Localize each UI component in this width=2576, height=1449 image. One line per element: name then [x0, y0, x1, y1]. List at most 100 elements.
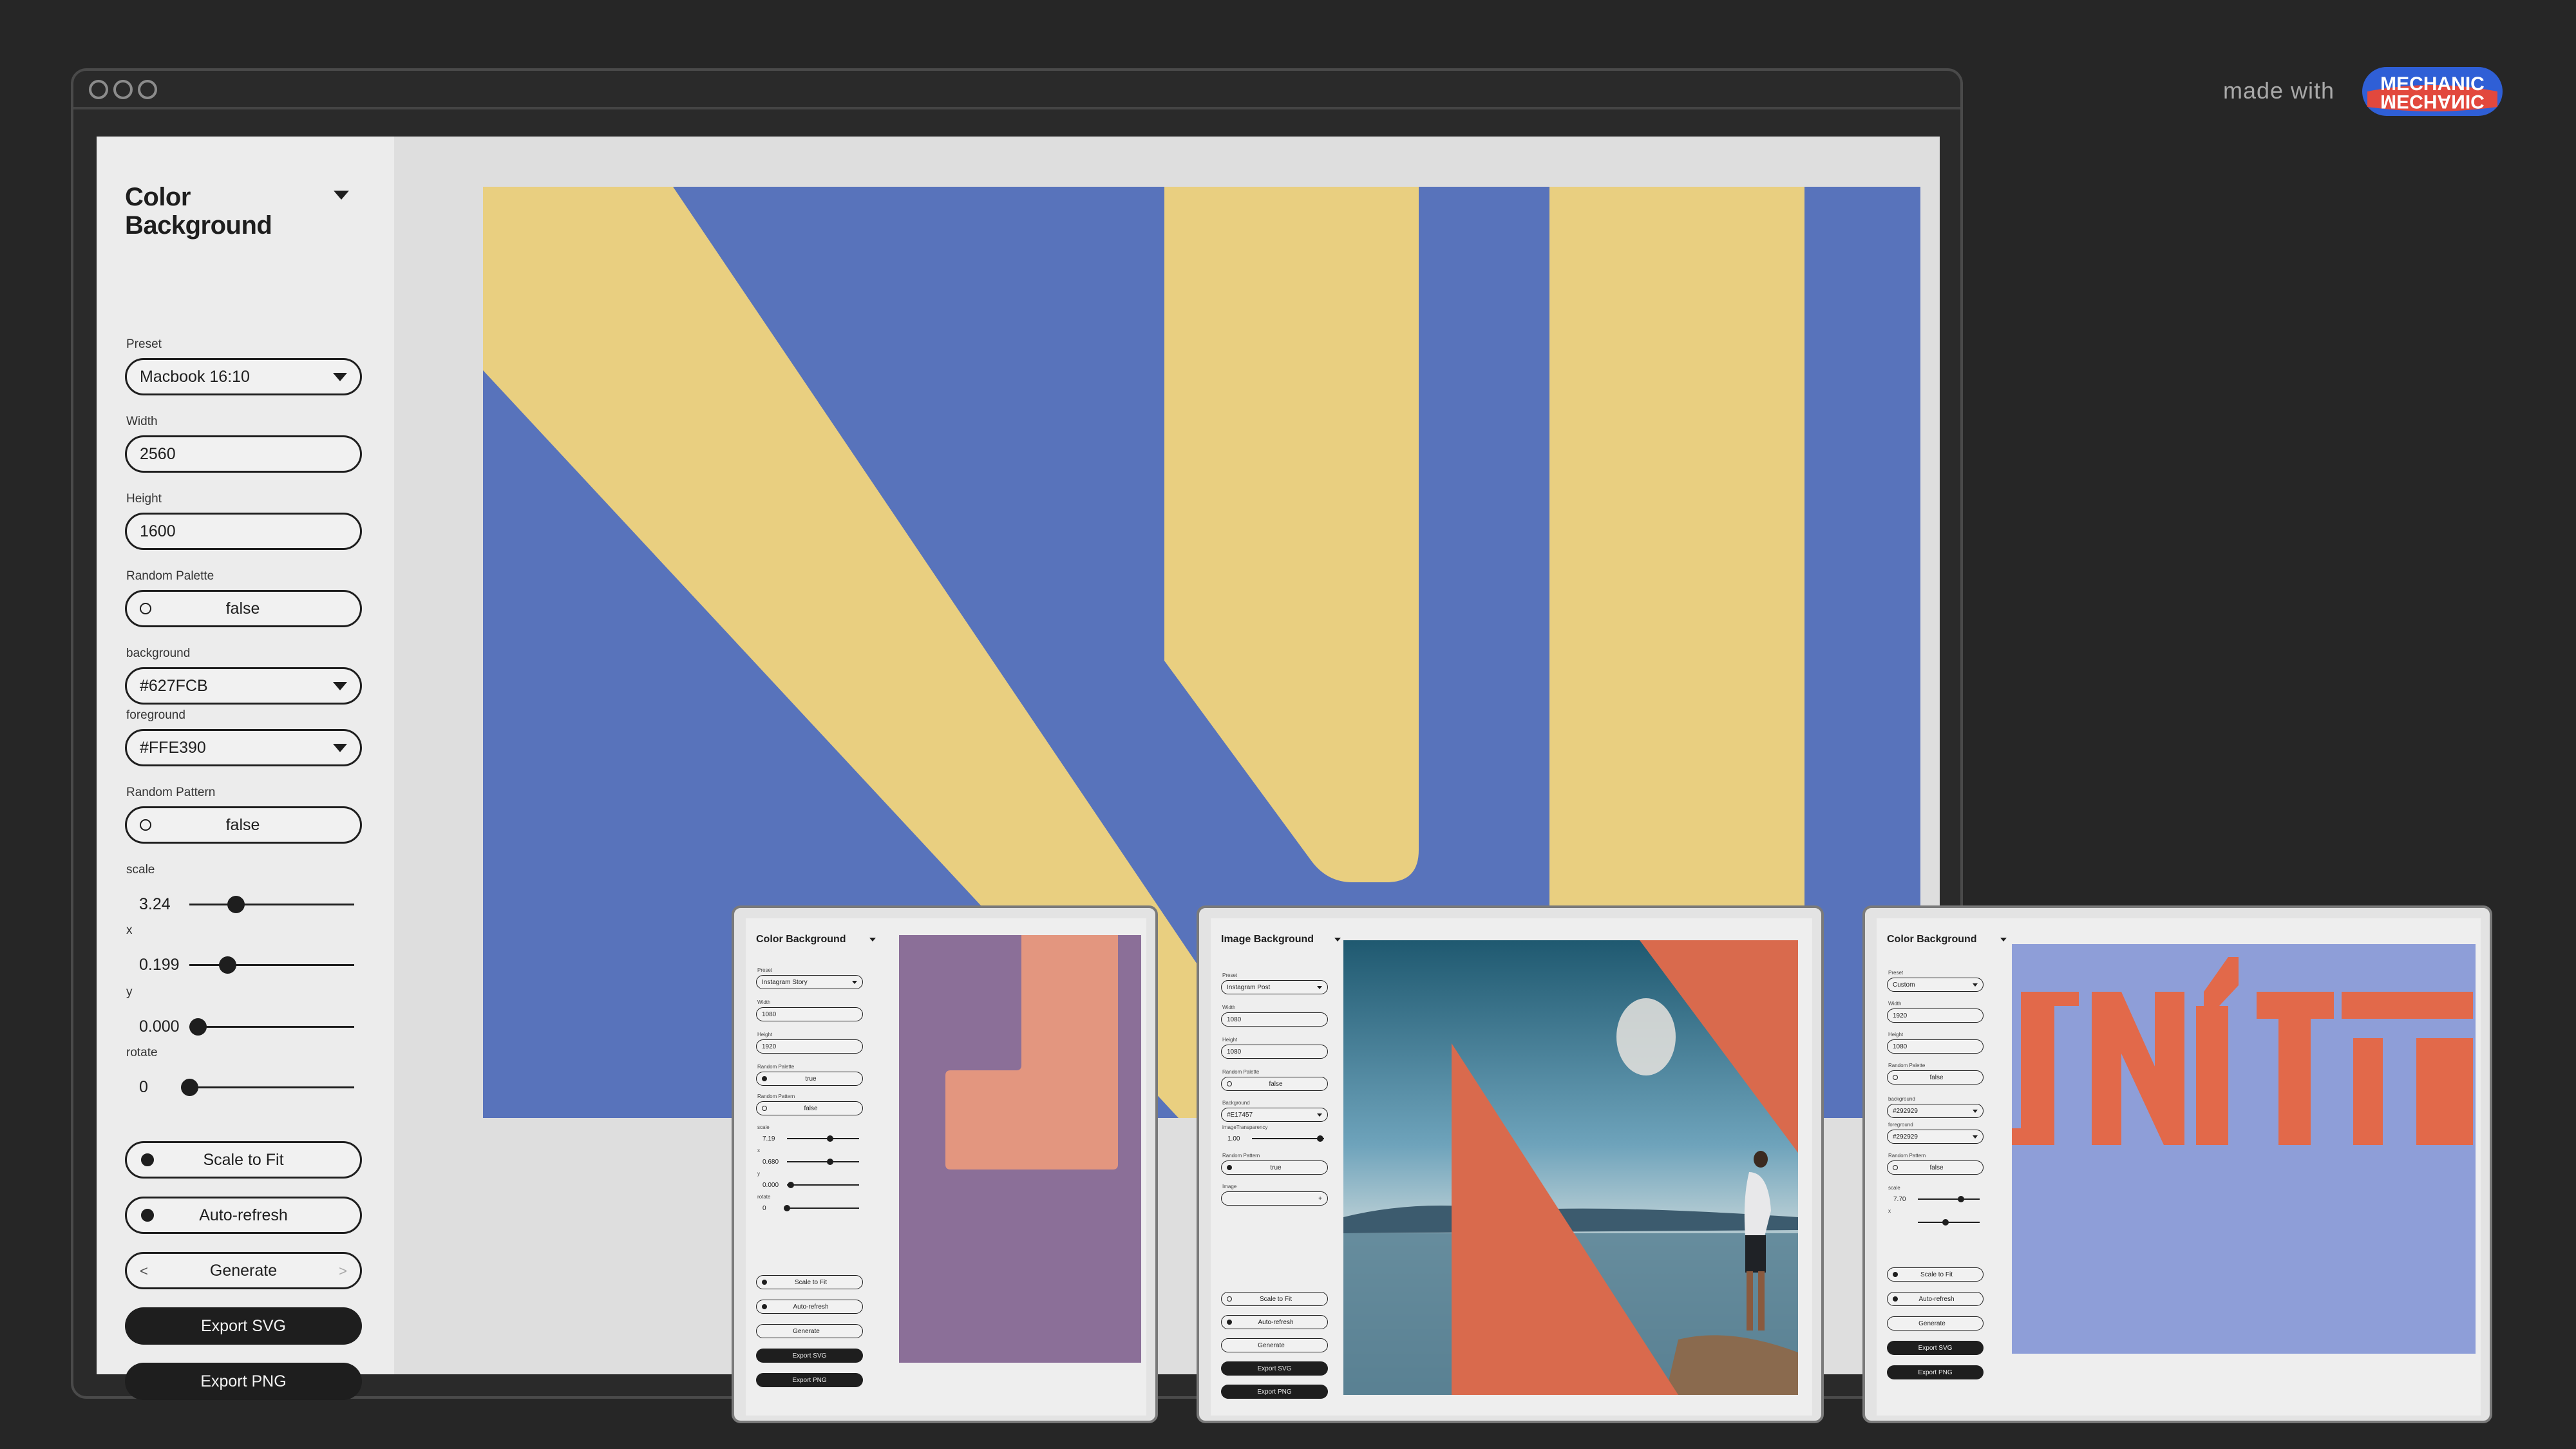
mini1-x-thumb[interactable]	[827, 1158, 834, 1165]
mini2-export-png-button[interactable]: Export PNG	[1221, 1385, 1328, 1399]
height-label: Height	[126, 492, 162, 506]
background-label: background	[126, 647, 191, 660]
preset-select[interactable]: Macbook 16:10	[125, 358, 362, 395]
arrow-left-icon[interactable]: <	[140, 1263, 148, 1280]
mini1-random-palette-toggle[interactable]: true	[756, 1072, 863, 1086]
mini1-rotate-slider[interactable]: 0	[756, 1203, 863, 1213]
mini3-foreground-value: #292929	[1893, 1133, 1918, 1141]
mini2-width-value: 1080	[1227, 1016, 1242, 1023]
mini1-preset-select[interactable]: Instagram Story	[756, 975, 863, 989]
mini3-random-palette-toggle[interactable]: false	[1887, 1070, 1984, 1084]
mini1-height-input[interactable]: 1920	[756, 1039, 863, 1054]
mini2-random-palette-toggle[interactable]: false	[1221, 1077, 1328, 1091]
mini3-height-input[interactable]: 1080	[1887, 1039, 1984, 1054]
rotate-slider-track[interactable]	[181, 1078, 354, 1096]
arrow-right-icon[interactable]: >	[339, 1263, 347, 1280]
scale-slider-thumb[interactable]	[227, 895, 245, 913]
x-slider-track[interactable]	[189, 956, 354, 974]
x-slider-thumb[interactable]	[218, 956, 236, 974]
window-close-dot[interactable]	[89, 80, 108, 99]
mini1-y-slider[interactable]: 0.000	[756, 1180, 863, 1190]
mini1-rotate-thumb[interactable]	[784, 1204, 790, 1211]
scale-to-fit-label: Scale to Fit	[203, 1150, 284, 1169]
background-color-select[interactable]: #627FCB	[125, 667, 362, 705]
mini2-background-select[interactable]: #E17457	[1221, 1108, 1328, 1122]
mini3-app: Color Background Preset Custom Width 192…	[1877, 918, 2481, 1416]
mini2-auto-refresh-button[interactable]: Auto-refresh	[1221, 1315, 1328, 1329]
mini2-auto-refresh-label: Auto-refresh	[1258, 1318, 1294, 1326]
mini2-preset-select[interactable]: Instagram Post	[1221, 980, 1328, 994]
mini1-generate-button[interactable]: Generate	[756, 1324, 863, 1338]
mini3-x-thumb[interactable]	[1942, 1218, 1949, 1226]
random-palette-toggle[interactable]: false	[125, 590, 362, 627]
random-pattern-toggle[interactable]: false	[125, 806, 362, 844]
mini1-rotate-track[interactable]	[784, 1204, 859, 1211]
scale-slider-track[interactable]	[189, 895, 354, 913]
mini3-generate-button[interactable]: Generate	[1887, 1316, 1984, 1331]
mini2-image-upload[interactable]: +	[1221, 1191, 1328, 1206]
mini1-y-thumb[interactable]	[787, 1181, 794, 1188]
mini3-scale-to-fit-button[interactable]: Scale to Fit	[1887, 1267, 1984, 1282]
mini3-export-svg-button[interactable]: Export SVG	[1887, 1341, 1984, 1355]
auto-refresh-button[interactable]: Auto-refresh	[125, 1197, 362, 1234]
generate-button[interactable]: < Generate >	[125, 1252, 362, 1289]
mini3-x-slider[interactable]	[1887, 1217, 1984, 1227]
window-minimize-dot[interactable]	[113, 80, 133, 99]
mini2-height-value: 1080	[1227, 1048, 1242, 1056]
mini1-scale-track[interactable]	[787, 1135, 859, 1142]
mini1-x-slider[interactable]: 0.680	[756, 1157, 863, 1167]
mini1-export-svg-button[interactable]: Export SVG	[756, 1349, 863, 1363]
mini3-foreground-select[interactable]: #292929	[1887, 1130, 1984, 1144]
mini3-auto-refresh-button[interactable]: Auto-refresh	[1887, 1292, 1984, 1306]
chevron-down-icon[interactable]	[869, 938, 876, 942]
mini2-height-input[interactable]: 1080	[1221, 1045, 1328, 1059]
mini2-transparency-thumb[interactable]	[1317, 1135, 1324, 1142]
chevron-down-icon[interactable]	[1334, 938, 1341, 942]
y-slider-thumb[interactable]	[189, 1018, 207, 1036]
scale-to-fit-button[interactable]: Scale to Fit	[125, 1141, 362, 1179]
mini2-scale-to-fit-button[interactable]: Scale to Fit	[1221, 1292, 1328, 1306]
mini1-scale-to-fit-button[interactable]: Scale to Fit	[756, 1275, 863, 1289]
foreground-color-select[interactable]: #FFE390	[125, 729, 362, 766]
mini1-random-pattern-toggle[interactable]: false	[756, 1101, 863, 1115]
mini3-scale-slider[interactable]: 7.70	[1887, 1194, 1984, 1204]
mini3-width-input[interactable]: 1920	[1887, 1009, 1984, 1023]
mini1-x-track[interactable]	[787, 1158, 859, 1165]
plus-icon[interactable]: +	[1318, 1195, 1322, 1202]
mini1-export-png-button[interactable]: Export PNG	[756, 1373, 863, 1387]
mini1-scale-thumb[interactable]	[827, 1135, 834, 1142]
random-pattern-label: Random Pattern	[126, 786, 216, 799]
mini1-auto-refresh-button[interactable]: Auto-refresh	[756, 1300, 863, 1314]
mini2-height-label: Height	[1222, 1037, 1238, 1043]
mini2-export-svg-button[interactable]: Export SVG	[1221, 1361, 1328, 1376]
chevron-down-icon[interactable]	[334, 191, 349, 200]
width-input[interactable]: 2560	[125, 435, 362, 473]
height-input[interactable]: 1600	[125, 513, 362, 550]
mini3-background-select[interactable]: #292929	[1887, 1104, 1984, 1118]
mini3-x-track[interactable]	[1918, 1218, 1980, 1226]
export-svg-button[interactable]: Export SVG	[125, 1307, 362, 1345]
mini2-generate-button[interactable]: Generate	[1221, 1338, 1328, 1352]
mini1-rotate-value: 0	[762, 1204, 766, 1212]
mini3-preset-select[interactable]: Custom	[1887, 978, 1984, 992]
window-maximize-dot[interactable]	[138, 80, 157, 99]
mini2-transparency-slider[interactable]: 1.00	[1221, 1133, 1328, 1144]
mechanic-logo[interactable]: MECHANIC MECHANIC	[2360, 64, 2505, 118]
mini3-random-pattern-toggle[interactable]: false	[1887, 1160, 1984, 1175]
mini1-scale-slider[interactable]: 7.19	[756, 1133, 863, 1144]
mini3-export-png-button[interactable]: Export PNG	[1887, 1365, 1984, 1379]
mini1-width-value: 1080	[762, 1010, 777, 1018]
toggle-on-icon	[1893, 1272, 1898, 1277]
rotate-slider-thumb[interactable]	[181, 1078, 198, 1096]
chevron-down-icon[interactable]	[2000, 938, 2007, 942]
mini3-scale-track[interactable]	[1918, 1195, 1980, 1202]
mini1-y-track[interactable]	[787, 1181, 859, 1188]
y-slider-track[interactable]	[189, 1018, 354, 1036]
mini2-random-pattern-toggle[interactable]: true	[1221, 1160, 1328, 1175]
mini3-scale-thumb[interactable]	[1958, 1195, 1965, 1202]
mini2-transparency-track[interactable]	[1252, 1135, 1324, 1142]
mini1-x-label: x	[757, 1148, 760, 1153]
export-png-button[interactable]: Export PNG	[125, 1363, 362, 1400]
mini2-width-input[interactable]: 1080	[1221, 1012, 1328, 1027]
mini1-width-input[interactable]: 1080	[756, 1007, 863, 1021]
